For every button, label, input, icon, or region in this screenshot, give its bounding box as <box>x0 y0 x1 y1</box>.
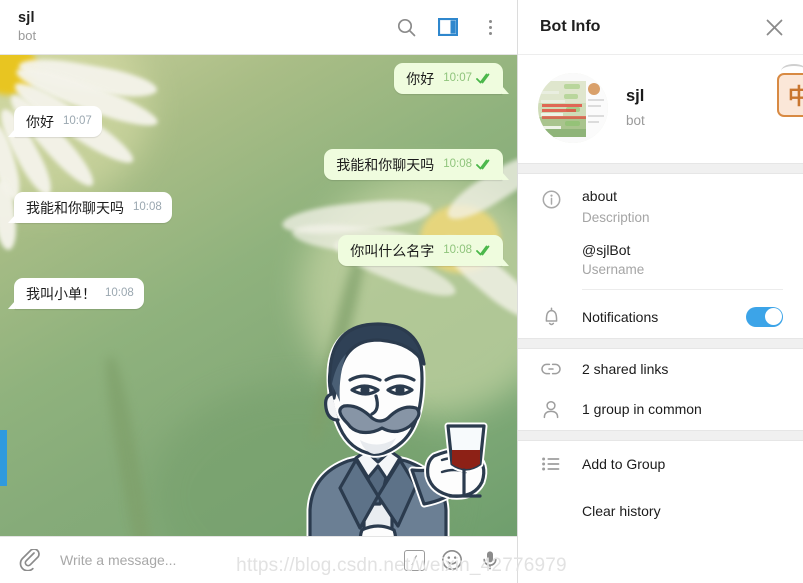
message-text: 你好 <box>406 71 435 87</box>
chat-header: sjl bot <box>0 0 517 55</box>
message-time: 10:08 <box>443 158 472 170</box>
info-row-clear-history[interactable]: Clear history <box>518 484 803 531</box>
message-time: 10:08 <box>443 244 472 256</box>
chat-title: sjl <box>18 9 35 26</box>
more-vertical-icon[interactable] <box>477 14 503 40</box>
message-text: 我能和你聊天吗 <box>336 157 435 173</box>
info-row-shared-links[interactable]: 2 shared links <box>518 349 803 389</box>
list-icon <box>540 457 562 471</box>
message-time: 10:07 <box>443 72 472 84</box>
notifications-toggle[interactable] <box>746 306 783 327</box>
username-value: @sjlBot <box>582 241 631 258</box>
chat-subtitle: bot <box>18 28 37 44</box>
groups-common-label: 1 group in common <box>582 401 702 418</box>
message-bubble-outgoing[interactable]: 我能和你聊天吗 10:08 <box>324 149 509 180</box>
info-row-add-to-group[interactable]: Add to Group <box>518 441 803 484</box>
bell-icon <box>540 307 562 327</box>
bot-profile-names: sjl bot <box>626 86 645 131</box>
info-row-notifications[interactable]: Notifications <box>518 296 803 338</box>
bot-name: sjl <box>626 86 645 105</box>
clear-history-label: Clear history <box>582 503 661 520</box>
shared-links-label: 2 shared links <box>582 360 669 377</box>
person-icon <box>540 400 562 419</box>
message-bubble-incoming[interactable]: 你好 10:07 <box>8 106 102 137</box>
about-label: Description <box>582 210 650 226</box>
clear-history-icon-placeholder <box>540 510 562 513</box>
message-meta: 10:08 <box>443 241 493 260</box>
gentleman-with-wine-glass-sticker[interactable] <box>252 298 502 536</box>
split-panel-icon[interactable] <box>435 14 461 40</box>
message-composer: / <box>0 536 517 583</box>
info-panel-header: Bot Info <box>518 0 803 55</box>
sticker-preview-partial[interactable]: 中 <box>777 64 803 117</box>
info-row-about[interactable]: about Description <box>518 174 803 240</box>
info-circle-icon <box>540 187 562 209</box>
message-input[interactable] <box>54 552 389 568</box>
message-time: 10:08 <box>105 287 134 299</box>
info-row-about-body: about Description <box>582 187 783 227</box>
message-time: 10:08 <box>133 201 162 213</box>
message-time: 10:07 <box>63 115 92 127</box>
slash-command-icon[interactable]: / <box>401 547 427 573</box>
bot-avatar[interactable] <box>538 73 608 143</box>
add-to-group-label: Add to Group <box>582 455 666 472</box>
message-row: 你好 10:07 <box>8 106 503 137</box>
message-text: 你好 <box>26 114 54 130</box>
section-divider <box>518 163 803 174</box>
about-value: about <box>582 188 618 204</box>
message-meta: 10:07 <box>443 69 493 88</box>
message-meta: 10:08 <box>443 155 493 174</box>
info-row-groups-common[interactable]: 1 group in common <box>518 389 803 430</box>
username-label: Username <box>582 261 645 277</box>
message-row: 你叫什么名字 10:08 <box>14 235 509 266</box>
bot-info-panel: Bot Info sjl bot 中 about Description @sj… <box>518 0 803 583</box>
chat-header-actions <box>393 14 503 40</box>
info-panel-title: Bot Info <box>540 18 601 35</box>
thin-divider <box>582 288 783 290</box>
message-bubble-incoming[interactable]: 我叫小单！ 10:08 <box>8 278 144 309</box>
message-text: 你叫什么名字 <box>350 243 435 259</box>
chat-header-titles[interactable]: sjl bot <box>18 10 393 45</box>
close-icon[interactable] <box>761 14 787 40</box>
section-divider <box>518 429 803 441</box>
message-text: 我能和你聊天吗 <box>26 200 124 216</box>
chat-message-area[interactable]: 你好 10:07 你好 10:07 我能和你聊天吗 10:08 我能和你聊天吗 … <box>0 55 517 536</box>
message-bubble-incoming[interactable]: 我能和你聊天吗 10:08 <box>8 192 172 223</box>
double-check-icon <box>476 73 490 83</box>
notifications-label: Notifications <box>582 308 659 325</box>
double-check-icon <box>476 245 490 255</box>
telegram-window: sjl bot 你好 10:07 你好 10:07 我能和你聊天吗 10:08 … <box>0 0 803 583</box>
slash-command-glyph: / <box>403 549 425 571</box>
info-row-username[interactable]: @sjlBot Username <box>518 240 803 283</box>
message-row: 我能和你聊天吗 10:08 <box>14 149 509 180</box>
microphone-icon[interactable] <box>477 547 503 573</box>
message-meta: 10:07 <box>63 112 92 131</box>
link-icon <box>540 362 562 376</box>
emoji-smiley-icon[interactable] <box>439 547 465 573</box>
bot-profile: sjl bot 中 <box>518 55 803 163</box>
section-divider <box>518 337 803 349</box>
bot-subtitle: bot <box>626 113 645 129</box>
message-row: 我能和你聊天吗 10:08 <box>8 192 503 223</box>
message-bubble-outgoing[interactable]: 你叫什么名字 10:08 <box>338 235 509 266</box>
message-meta: 10:08 <box>133 198 162 217</box>
message-text: 我叫小单！ <box>26 286 96 302</box>
message-bubble-outgoing[interactable]: 你好 10:07 <box>394 63 509 94</box>
toggle-knob <box>764 308 782 326</box>
double-check-icon <box>476 159 490 169</box>
search-icon[interactable] <box>393 14 419 40</box>
message-row: 你好 10:07 <box>14 63 509 94</box>
chat-scrollbar[interactable] <box>0 430 7 486</box>
chat-column: sjl bot 你好 10:07 你好 10:07 我能和你聊天吗 10:08 … <box>0 0 518 583</box>
paperclip-icon[interactable] <box>16 547 42 573</box>
message-meta: 10:08 <box>105 284 134 303</box>
